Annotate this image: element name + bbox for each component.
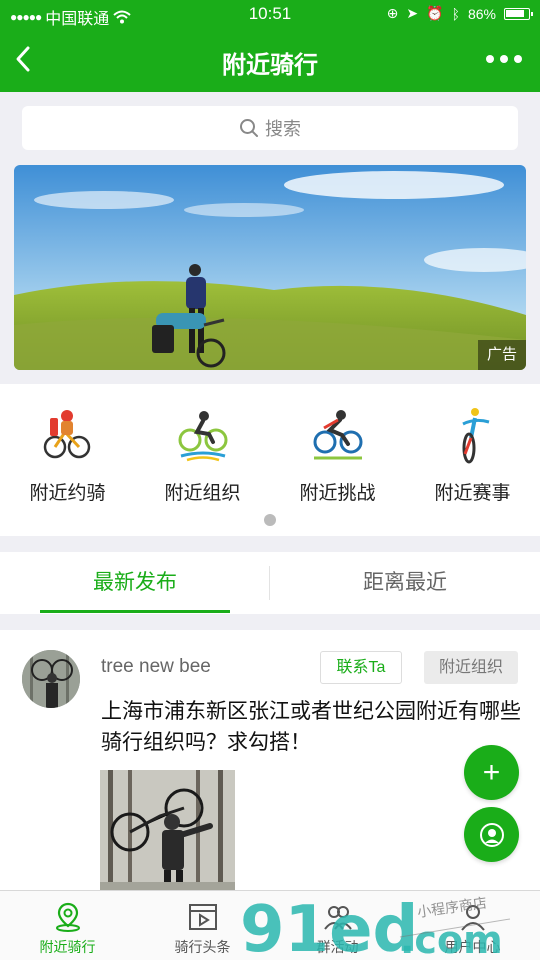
status-right: ⊕ ➤ ⏰ ᛒ 86% [386,5,533,22]
tabbar-user-center[interactable]: 用户中心 [405,891,540,960]
category-badge: 附近组织 [424,651,518,684]
tabbar-label: 用户中心 [444,939,501,955]
cycling-org-icon [178,411,227,462]
feed-tabs: 最新发布 距离最近 [0,552,540,614]
search-placeholder: 搜索 [265,119,301,139]
battery-icon [504,7,533,20]
search-bar[interactable]: 搜索 [22,106,518,150]
quick-entries: 附近约骑 附近组织 附近挑战 附近赛事 [0,384,540,536]
bluetooth-icon: ᛒ [451,5,460,22]
tabbar-headlines[interactable]: 骑行头条 [135,891,270,960]
post-photo [100,770,235,890]
nav-bar: 附近骑行 [0,30,540,92]
avatar[interactable] [22,650,80,708]
entry-label: 附近组织 [164,483,241,504]
post-content: 上海市浦东新区张江或者世纪公园附近有哪些骑行组织吗？求勾搭！ [101,700,521,754]
rotation-lock-icon: ⊕ [386,5,399,21]
entry-race[interactable]: 附近赛事 [405,404,540,505]
post-author[interactable]: tree new bee [101,656,211,678]
tab-latest[interactable]: 最新发布 [0,552,270,614]
entry-label: 附近赛事 [434,483,511,504]
alarm-icon: ⏰ [426,5,444,21]
status-bar: ●●●●● 中国联通 10:51 ⊕ ➤ ⏰ ᛒ 86% [0,0,540,30]
location-arrow-icon: ➤ [406,5,419,21]
active-tab-indicator [40,610,230,613]
add-post-button[interactable]: + [464,745,519,800]
group-ride-icon [43,410,90,459]
battery-percent: 86% [467,5,496,22]
entry-label: 附近约骑 [29,483,106,504]
contact-button[interactable]: 联系Ta [320,651,402,684]
more-button[interactable] [486,55,522,63]
pager-indicator [264,514,276,526]
post-image[interactable] [100,770,235,890]
page-title: 附近骑行 [222,52,318,79]
tabbar-group-activity[interactable]: 群活动 [270,891,405,960]
tabbar-label: 骑行头条 [174,939,231,955]
search-icon [240,119,258,137]
challenge-icon [313,410,362,460]
ad-tag: 广告 [478,340,526,370]
user-avatar-icon [479,822,504,847]
bottom-tab-bar: 附近骑行 骑行头条 群活动 用户中心 [0,890,540,960]
tabbar-label: 附近骑行 [39,939,96,955]
race-icon [461,408,489,464]
tabbar-label: 群活动 [316,939,359,955]
profile-fab-button[interactable] [464,807,519,862]
location-pin-icon [55,902,80,932]
tabbar-nearby-ride[interactable]: 附近骑行 [0,891,135,960]
entry-challenge[interactable]: 附近挑战 [270,404,405,505]
user-icon [460,905,485,931]
video-play-icon [188,904,217,930]
more-dots-icon [486,55,494,63]
group-users-icon [323,906,352,930]
entry-label: 附近挑战 [299,483,376,504]
app-header: ●●●●● 中国联通 10:51 ⊕ ➤ ⏰ ᛒ 86% 附近骑行 [0,0,540,92]
avatar-image [22,650,80,708]
entry-cycling-org[interactable]: 附近组织 [135,404,270,505]
post-card[interactable]: tree new bee 联系Ta 附近组织 上海市浦东新区张江或者世纪公园附近… [0,630,540,890]
banner-image [14,165,526,370]
ad-banner[interactable]: 广告 [14,165,526,370]
tab-nearest[interactable]: 距离最近 [270,552,540,614]
entry-group-ride[interactable]: 附近约骑 [0,404,135,505]
